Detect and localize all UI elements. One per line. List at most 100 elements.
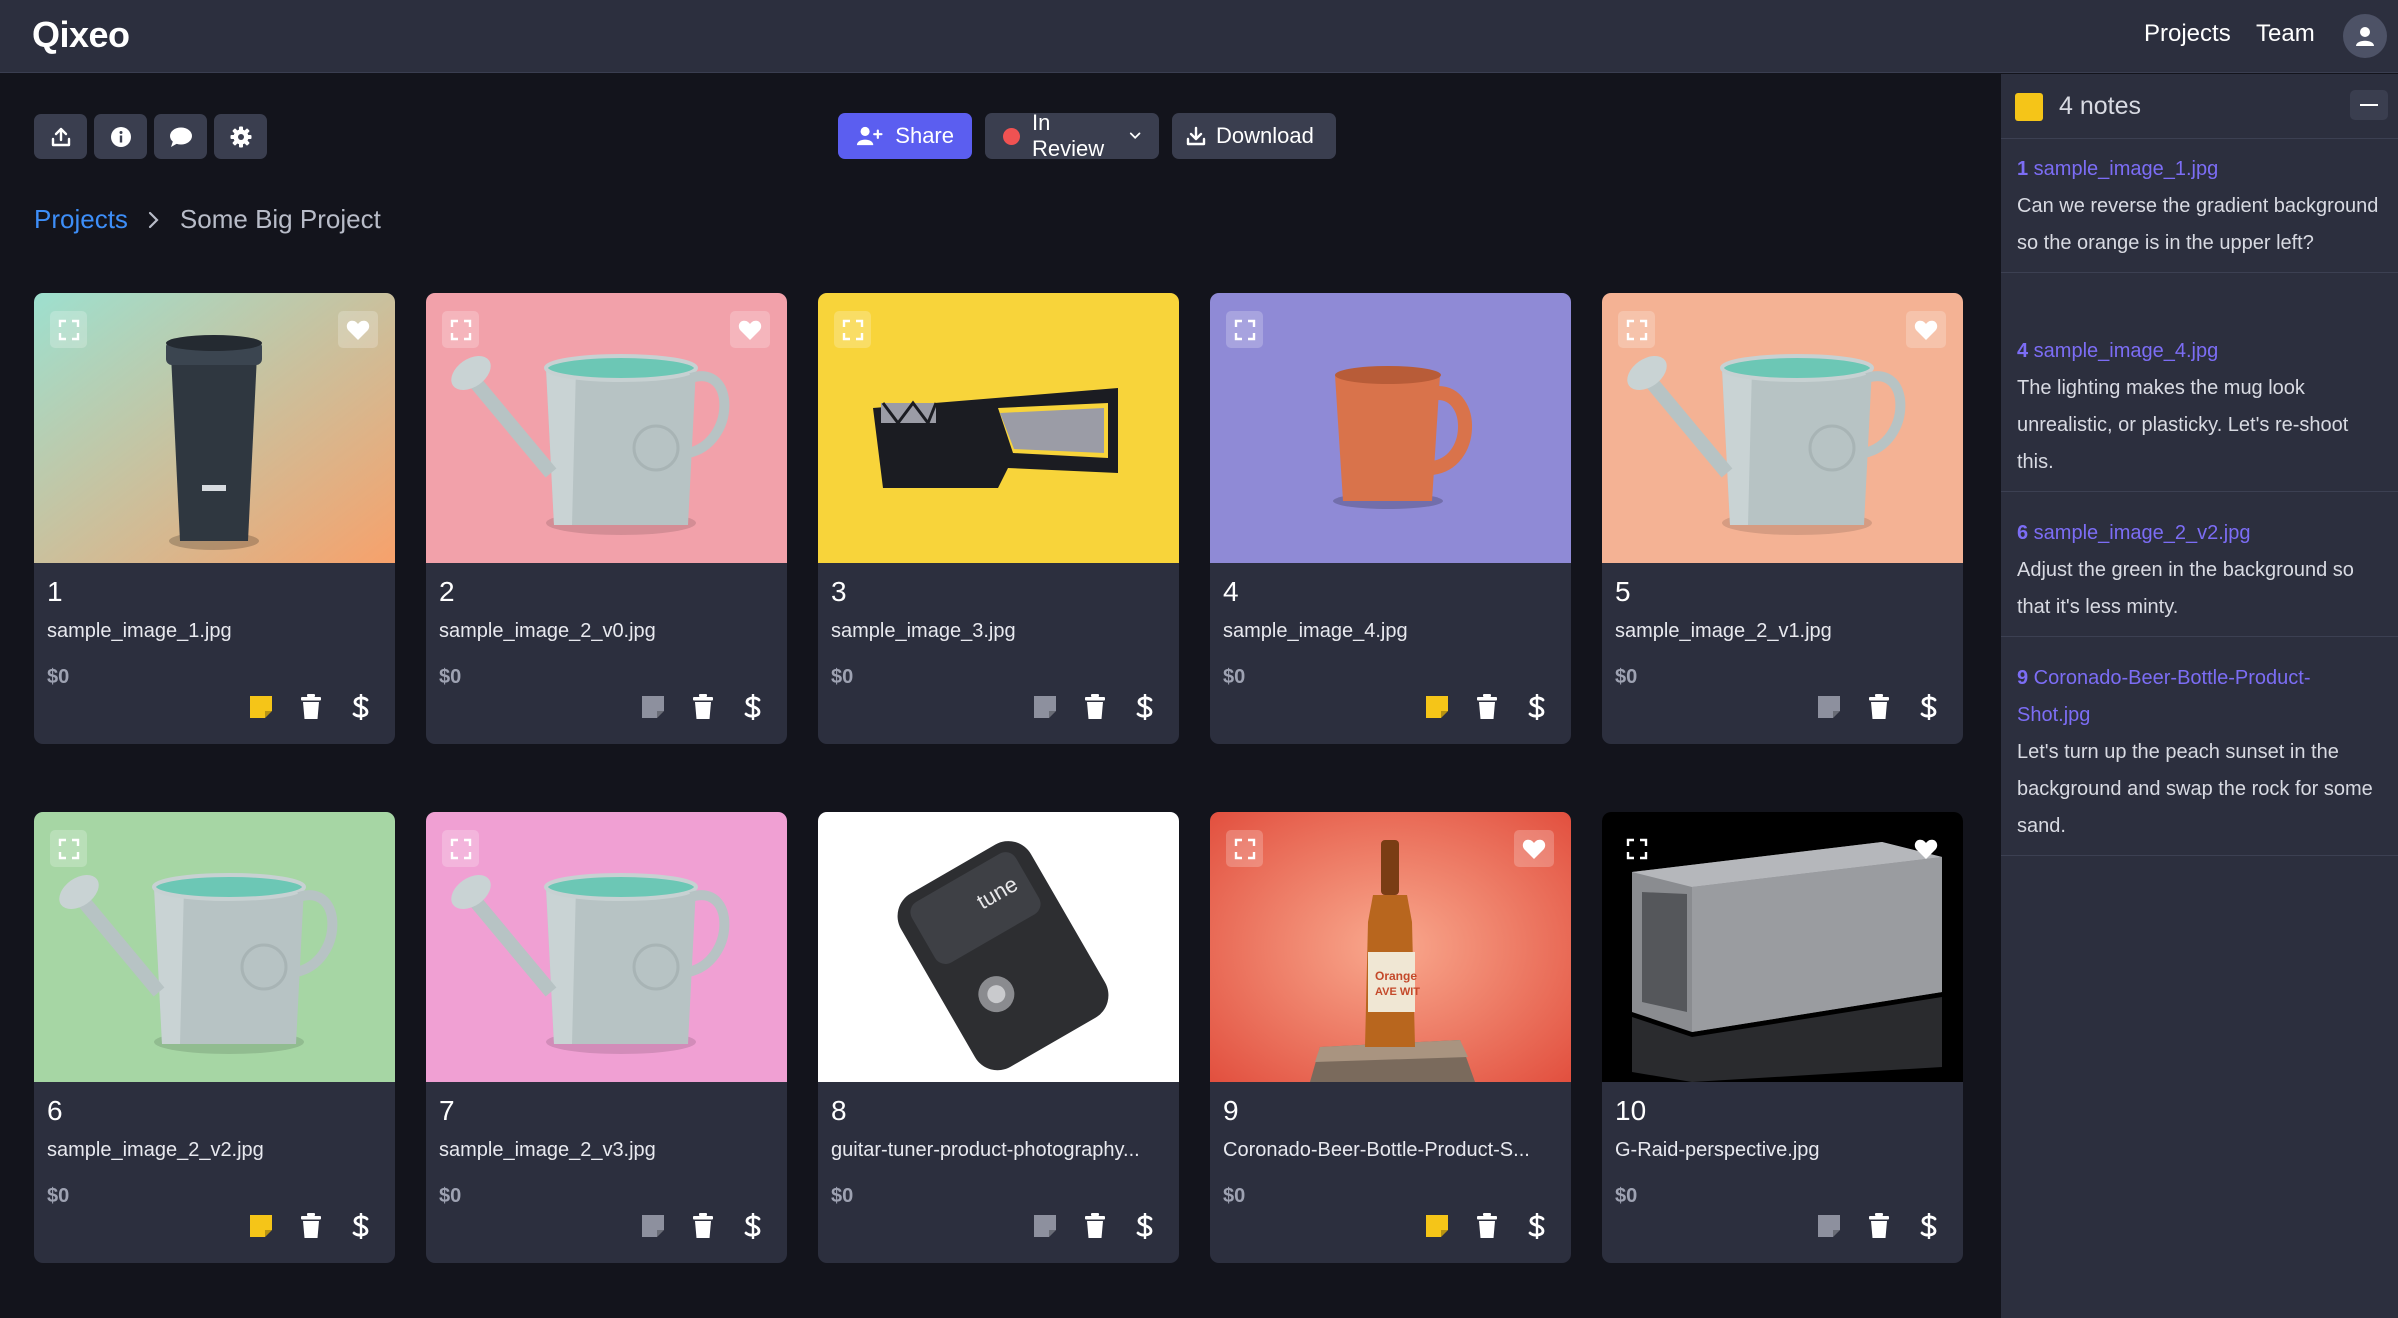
expand-button[interactable]	[50, 311, 87, 348]
note-file-link[interactable]: 4 sample_image_4.jpg	[2017, 333, 2382, 370]
image-card-4[interactable]: 4 sample_image_4.jpg $0	[1210, 293, 1571, 744]
note-button[interactable]	[1033, 1212, 1057, 1240]
card-filename[interactable]: G-Raid-perspective.jpg	[1615, 1139, 1955, 1162]
price-button[interactable]	[1133, 693, 1157, 721]
price-button[interactable]	[349, 1212, 373, 1240]
image-thumbnail[interactable]	[34, 812, 395, 1082]
card-filename[interactable]: sample_image_3.jpg	[831, 620, 1171, 643]
favorite-button[interactable]	[1514, 830, 1554, 867]
note-file-link[interactable]: 9 Coronado-Beer-Bottle-Product-Shot.jpg	[2017, 660, 2382, 734]
image-card-7[interactable]: 7 sample_image_2_v3.jpg $0	[426, 812, 787, 1263]
card-filename[interactable]: sample_image_2_v0.jpg	[439, 620, 779, 643]
favorite-button[interactable]	[730, 311, 770, 348]
favorite-button[interactable]	[1906, 830, 1946, 867]
delete-button[interactable]	[1867, 693, 1891, 721]
card-price: $0	[439, 666, 462, 688]
card-filename[interactable]: sample_image_2_v2.jpg	[47, 1139, 387, 1162]
comments-button[interactable]	[154, 114, 207, 159]
image-card-9[interactable]: Orange AVE WIT 9 Coronado-Beer-Bottle-Pro…	[1210, 812, 1571, 1263]
info-button[interactable]	[94, 114, 147, 159]
note-button[interactable]	[1425, 693, 1449, 721]
note-button[interactable]	[1425, 1212, 1449, 1240]
status-label: In Review	[1032, 110, 1105, 161]
note-button[interactable]	[249, 1212, 273, 1240]
card-filename[interactable]: sample_image_1.jpg	[47, 620, 387, 643]
delete-button[interactable]	[299, 693, 323, 721]
settings-button[interactable]	[214, 114, 267, 159]
expand-icon	[450, 319, 471, 340]
price-button[interactable]	[1525, 693, 1549, 721]
note-item: 6 sample_image_2_v2.jpg Adjust the green …	[2001, 505, 2398, 637]
svg-text:AVE WIT: AVE WIT	[1375, 986, 1420, 998]
image-thumbnail[interactable]	[818, 293, 1179, 563]
expand-button[interactable]	[1226, 311, 1263, 348]
image-card-8[interactable]: tune 8 guitar-tuner-product-photography.…	[818, 812, 1179, 1263]
note-button[interactable]	[1817, 1212, 1841, 1240]
note-text: The lighting makes the mug look unrealis…	[2017, 377, 2349, 473]
download-button[interactable]: Download	[1172, 113, 1336, 159]
upload-button[interactable]	[34, 114, 87, 159]
note-button[interactable]	[1033, 693, 1057, 721]
card-filename[interactable]: sample_image_2_v1.jpg	[1615, 620, 1955, 643]
image-card-6[interactable]: 6 sample_image_2_v2.jpg $0	[34, 812, 395, 1263]
price-button[interactable]	[741, 693, 765, 721]
delete-button[interactable]	[1083, 1212, 1107, 1240]
price-button[interactable]	[349, 693, 373, 721]
note-item: 4 sample_image_4.jpg The lighting makes t…	[2001, 323, 2398, 492]
price-button[interactable]	[1525, 1212, 1549, 1240]
expand-button[interactable]	[1618, 311, 1655, 348]
note-button[interactable]	[641, 1212, 665, 1240]
price-button[interactable]	[1917, 693, 1941, 721]
app-logo[interactable]: Qixeo	[32, 14, 130, 56]
delete-button[interactable]	[1475, 1212, 1499, 1240]
price-button[interactable]	[1133, 1212, 1157, 1240]
note-button[interactable]	[641, 693, 665, 721]
card-filename[interactable]: sample_image_4.jpg	[1223, 620, 1563, 643]
card-filename[interactable]: sample_image_2_v3.jpg	[439, 1139, 779, 1162]
share-button[interactable]: Share	[838, 113, 972, 159]
card-price: $0	[47, 1185, 70, 1207]
card-number: 3	[831, 576, 847, 607]
delete-button[interactable]	[1083, 693, 1107, 721]
status-dropdown[interactable]: In Review	[985, 110, 1159, 161]
favorite-button[interactable]	[338, 311, 378, 348]
delete-button[interactable]	[299, 1212, 323, 1240]
note-file-link[interactable]: 6 sample_image_2_v2.jpg	[2017, 515, 2382, 552]
card-filename[interactable]: guitar-tuner-product-photography...	[831, 1139, 1171, 1162]
expand-button[interactable]	[442, 311, 479, 348]
image-card-3[interactable]: 3 sample_image_3.jpg $0	[818, 293, 1179, 744]
user-avatar[interactable]	[2343, 14, 2387, 58]
image-card-10[interactable]: 10 G-Raid-perspective.jpg $0	[1602, 812, 1963, 1263]
nav-team-link[interactable]: Team	[2256, 20, 2315, 48]
note-file-link[interactable]: 1 sample_image_1.jpg	[2017, 151, 2382, 188]
delete-button[interactable]	[691, 1212, 715, 1240]
collapse-notes-button[interactable]	[2350, 90, 2388, 120]
image-thumbnail[interactable]	[1210, 293, 1571, 563]
note-item: 9 Coronado-Beer-Bottle-Product-Shot.jpg L…	[2001, 650, 2398, 856]
image-card-1[interactable]: 1 sample_image_1.jpg $0	[34, 293, 395, 744]
delete-button[interactable]	[691, 693, 715, 721]
favorite-button[interactable]	[1122, 830, 1162, 867]
delete-button[interactable]	[1475, 693, 1499, 721]
expand-button[interactable]	[834, 311, 871, 348]
notes-header: 4 notes	[2001, 74, 2398, 139]
delete-button[interactable]	[1867, 1212, 1891, 1240]
image-card-5[interactable]: 5 sample_image_2_v1.jpg $0	[1602, 293, 1963, 744]
expand-button[interactable]	[1618, 830, 1655, 867]
heart-icon	[1130, 839, 1154, 859]
favorite-button[interactable]	[1906, 311, 1946, 348]
note-button[interactable]	[249, 693, 273, 721]
breadcrumb-projects-link[interactable]: Projects	[34, 204, 128, 235]
price-button[interactable]	[1917, 1212, 1941, 1240]
image-card-2[interactable]: 2 sample_image_2_v0.jpg $0	[426, 293, 787, 744]
card-filename[interactable]: Coronado-Beer-Bottle-Product-S...	[1223, 1139, 1563, 1162]
expand-button[interactable]	[442, 830, 479, 867]
expand-button[interactable]	[50, 830, 87, 867]
nav-projects-link[interactable]: Projects	[2144, 20, 2231, 48]
expand-button[interactable]	[834, 830, 871, 867]
price-button[interactable]	[741, 1212, 765, 1240]
info-icon	[110, 126, 131, 147]
note-button[interactable]	[1817, 693, 1841, 721]
expand-button[interactable]	[1226, 830, 1263, 867]
image-thumbnail[interactable]	[426, 812, 787, 1082]
